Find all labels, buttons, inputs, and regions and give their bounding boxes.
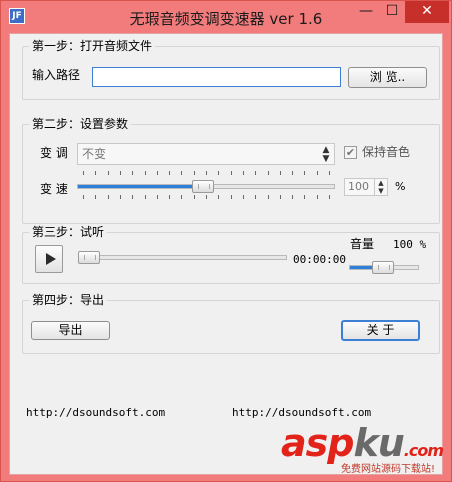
volume-slider-thumb[interactable] bbox=[372, 261, 394, 274]
slider-tick bbox=[157, 195, 158, 199]
step1-legend: 第一步：打开音频文件 bbox=[29, 39, 156, 53]
slider-tick bbox=[268, 195, 269, 199]
watermark-logo: aspku.com 免费网站源码下载站! bbox=[281, 423, 451, 481]
slider-tick bbox=[83, 171, 84, 175]
slider-tick bbox=[108, 171, 109, 175]
slider-tick bbox=[317, 195, 318, 199]
slider-tick bbox=[317, 171, 318, 175]
speed-slider-fill bbox=[78, 185, 198, 188]
slider-tick bbox=[181, 195, 182, 199]
slider-tick bbox=[243, 171, 244, 175]
slider-tick bbox=[218, 171, 219, 175]
speed-slider-thumb[interactable] bbox=[192, 180, 214, 193]
slider-tick bbox=[181, 171, 182, 175]
speed-unit: % bbox=[395, 180, 406, 193]
speed-ticks-top bbox=[77, 171, 335, 175]
app-window: JF 无瑕音频变调变速器 ver 1.6 — ☐ ✕ 第一步：打开音频文件 输入… bbox=[0, 0, 452, 482]
slider-tick bbox=[206, 195, 207, 199]
title-bar[interactable]: JF 无瑕音频变调变速器 ver 1.6 — ☐ ✕ bbox=[1, 1, 451, 33]
keep-timbre-checkbox[interactable]: ✔ bbox=[344, 146, 357, 159]
slider-tick bbox=[145, 171, 146, 175]
slider-tick bbox=[218, 195, 219, 199]
website-link-left[interactable]: http://dsoundsoft.com bbox=[26, 405, 165, 421]
speed-spinbox[interactable]: 100 ▲ ▼ bbox=[344, 178, 388, 196]
website-link-right[interactable]: http://dsoundsoft.com bbox=[232, 405, 371, 421]
client-area: 第一步：打开音频文件 输入路径 浏 览.. 第二步：设置参数 变 调 不变 ▲ … bbox=[9, 33, 443, 475]
step2-legend: 第二步：设置参数 bbox=[29, 117, 132, 131]
volume-value: 100 % bbox=[393, 238, 427, 251]
minimize-button[interactable]: — bbox=[353, 1, 379, 23]
input-path-field[interactable] bbox=[92, 67, 341, 87]
slider-tick bbox=[304, 171, 305, 175]
slider-tick bbox=[231, 171, 232, 175]
slider-tick bbox=[231, 195, 232, 199]
slider-tick bbox=[255, 171, 256, 175]
step3-legend: 第三步：试听 bbox=[29, 225, 108, 239]
speed-label: 变 速 bbox=[40, 182, 68, 196]
slider-tick bbox=[329, 195, 330, 199]
export-button[interactable]: 导出 bbox=[31, 321, 110, 340]
chevron-down-icon: ▼ bbox=[322, 154, 330, 164]
slider-tick bbox=[280, 171, 281, 175]
slider-tick bbox=[329, 171, 330, 175]
pitch-label: 变 调 bbox=[40, 146, 68, 160]
playback-progress-thumb[interactable] bbox=[78, 251, 100, 264]
slider-tick bbox=[304, 195, 305, 199]
slider-tick bbox=[95, 171, 96, 175]
check-icon: ✔ bbox=[345, 146, 356, 159]
speed-ticks-bottom bbox=[77, 195, 335, 199]
playback-time: 00:00:00 bbox=[293, 253, 346, 266]
step4-group: 第四步：导出 导出 关 于 bbox=[22, 293, 440, 354]
slider-tick bbox=[120, 171, 121, 175]
watermark-subtitle: 免费网站源码下载站! bbox=[341, 464, 436, 475]
maximize-button[interactable]: ☐ bbox=[379, 1, 405, 23]
play-button[interactable] bbox=[35, 245, 63, 273]
close-button[interactable]: ✕ bbox=[405, 1, 449, 23]
keep-timbre-label[interactable]: 保持音色 bbox=[362, 144, 410, 160]
slider-tick bbox=[194, 195, 195, 199]
speed-spin-buttons[interactable]: ▲ ▼ bbox=[374, 179, 387, 195]
slider-tick bbox=[280, 195, 281, 199]
slider-tick bbox=[194, 171, 195, 175]
slider-tick bbox=[268, 171, 269, 175]
slider-tick bbox=[206, 171, 207, 175]
slider-tick bbox=[108, 195, 109, 199]
slider-tick bbox=[132, 195, 133, 199]
pitch-select[interactable]: 不变 ▲ ▼ bbox=[77, 143, 335, 165]
volume-label: 音量 bbox=[350, 237, 375, 251]
slider-tick bbox=[120, 195, 121, 199]
input-path-label: 输入路径 bbox=[32, 68, 81, 82]
browse-button[interactable]: 浏 览.. bbox=[348, 67, 427, 88]
slider-tick bbox=[95, 195, 96, 199]
step4-legend: 第四步：导出 bbox=[29, 293, 108, 307]
pitch-select-value: 不变 bbox=[82, 147, 107, 161]
about-button[interactable]: 关 于 bbox=[341, 320, 420, 341]
speed-spinbox-value: 100 bbox=[348, 180, 369, 193]
slider-tick bbox=[132, 171, 133, 175]
slider-tick bbox=[83, 195, 84, 199]
slider-tick bbox=[292, 171, 293, 175]
slider-tick bbox=[243, 195, 244, 199]
playback-progress-track[interactable] bbox=[79, 255, 287, 260]
slider-tick bbox=[255, 195, 256, 199]
slider-tick bbox=[145, 195, 146, 199]
slider-tick bbox=[169, 195, 170, 199]
slider-tick bbox=[157, 171, 158, 175]
step3-group: 第三步：试听 00:00:00 音量 100 % bbox=[22, 225, 440, 284]
slider-tick bbox=[169, 171, 170, 175]
step2-group: 第二步：设置参数 变 调 不变 ▲ ▼ ✔ 保持音色 变 速 100 ▲ ▼ % bbox=[22, 117, 440, 224]
step1-group: 第一步：打开音频文件 输入路径 浏 览.. bbox=[22, 39, 440, 100]
slider-tick bbox=[292, 195, 293, 199]
